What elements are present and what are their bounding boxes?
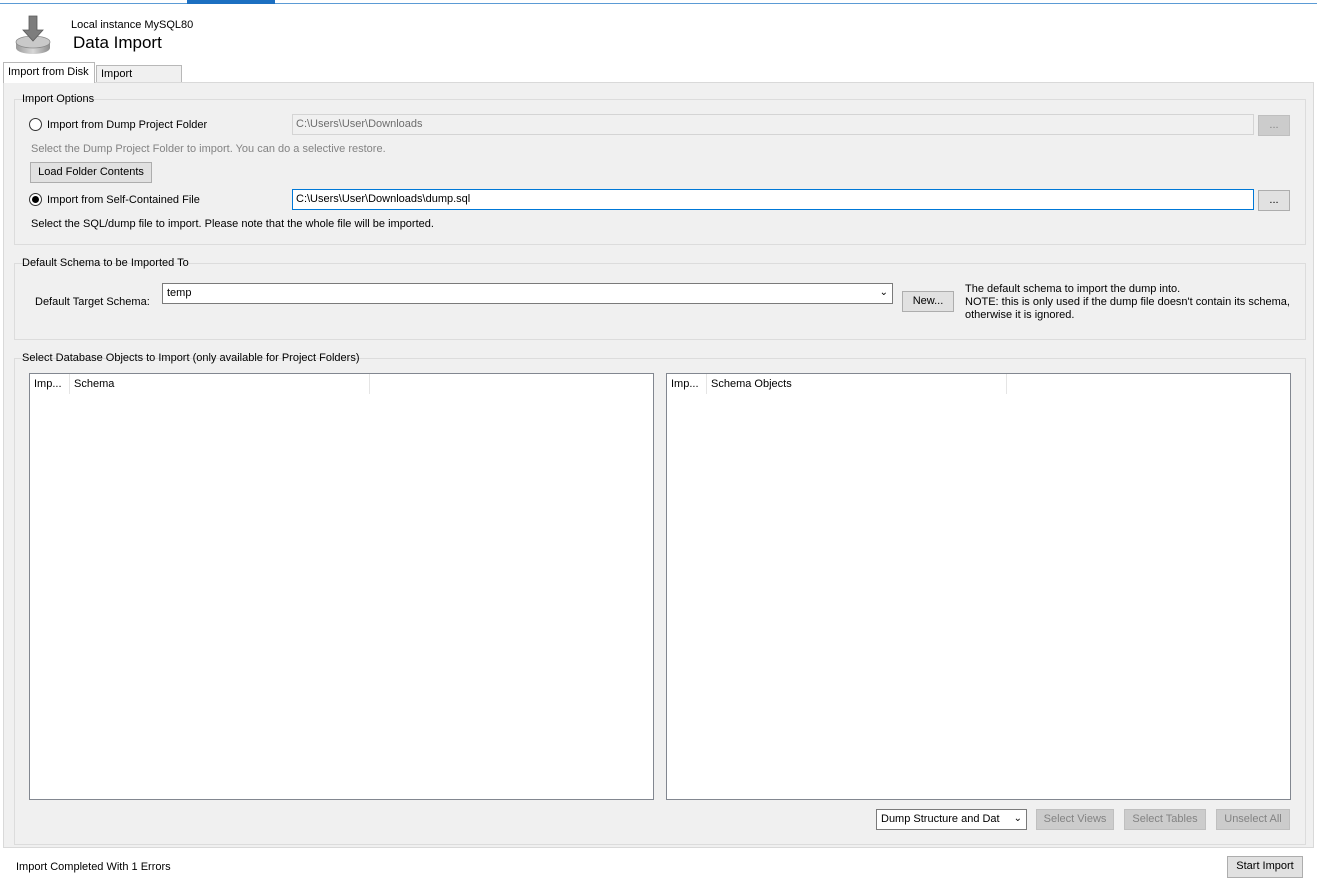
dump-folder-path-field[interactable]: C:\Users\User\Downloads [292, 114, 1254, 135]
download-database-icon [14, 14, 52, 56]
self-contained-file-path-field[interactable]: C:\Users\User\Downloads\dump.sql [292, 189, 1254, 210]
select-views-button[interactable]: Select Views [1036, 809, 1114, 830]
schema-objects-import-column-header[interactable]: Imp... [667, 374, 707, 394]
dump-folder-browse-button[interactable]: ... [1258, 115, 1290, 136]
default-target-schema-select[interactable]: temp ⌄ [162, 283, 893, 304]
dump-folder-label: Import from Dump Project Folder [47, 119, 208, 131]
dump-folder-hint: Select the Dump Project Folder to import… [31, 143, 386, 155]
schema-objects-list[interactable]: Imp... Schema Objects [666, 373, 1291, 800]
default-schema-note-3: otherwise it is ignored. [965, 309, 1075, 321]
schema-objects-column-header[interactable]: Schema Objects [707, 374, 1007, 394]
default-schema-title: Default Schema to be Imported To [22, 257, 189, 269]
tab-import-progress[interactable]: Import Progress [96, 65, 182, 96]
unselect-all-button[interactable]: Unselect All [1216, 809, 1290, 830]
select-objects-title: Select Database Objects to Import (only … [22, 352, 360, 364]
dump-type-select[interactable]: Dump Structure and Dat ⌄ [876, 809, 1027, 830]
schema-list-import-column-header[interactable]: Imp... [30, 374, 70, 394]
chevron-down-icon: ⌄ [879, 287, 888, 298]
default-schema-note-2: NOTE: this is only used if the dump file… [965, 296, 1290, 308]
self-contained-file-browse-button[interactable]: ... [1258, 190, 1290, 211]
default-schema-note-1: The default schema to import the dump in… [965, 283, 1181, 295]
dump-type-value: Dump Structure and Dat [881, 813, 1000, 825]
status-message: Import Completed With 1 Errors [16, 861, 171, 873]
load-folder-contents-button[interactable]: Load Folder Contents [30, 162, 152, 183]
schema-list-schema-column-header[interactable]: Schema [70, 374, 370, 394]
chevron-down-icon: ⌄ [1013, 813, 1022, 824]
tab-import-from-disk[interactable]: Import from Disk [3, 62, 95, 83]
active-editor-tab-accent [187, 0, 275, 4]
select-tables-button[interactable]: Select Tables [1124, 809, 1206, 830]
page-title: Data Import [73, 33, 162, 52]
self-contained-file-radio[interactable] [29, 193, 42, 206]
import-options-title: Import Options [22, 93, 95, 105]
self-contained-file-hint: Select the SQL/dump file to import. Plea… [31, 218, 434, 230]
schema-list[interactable]: Imp... Schema [29, 373, 654, 800]
default-target-schema-value: temp [167, 287, 192, 299]
start-import-button[interactable]: Start Import [1227, 856, 1303, 878]
default-target-schema-label: Default Target Schema: [35, 296, 150, 308]
instance-name: Local instance MySQL80 [71, 19, 194, 31]
self-contained-file-label: Import from Self-Contained File [47, 194, 200, 206]
new-schema-button[interactable]: New... [902, 291, 954, 312]
dump-folder-radio[interactable] [29, 118, 42, 131]
